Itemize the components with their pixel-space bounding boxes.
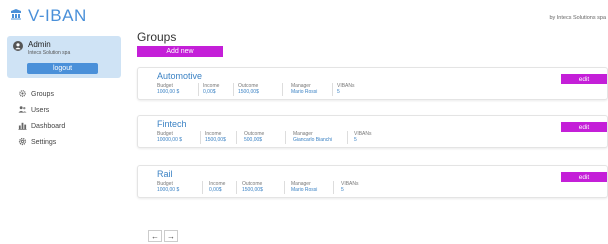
user-company: Intecs Solution spa <box>28 50 71 56</box>
app-title: V-IBAN <box>28 6 87 25</box>
sidebar-item-groups[interactable]: Groups <box>18 88 65 100</box>
divider <box>347 131 348 144</box>
vibans-value: 5 <box>341 187 344 193</box>
user-card: Admin Intecs Solution spa logout <box>7 36 121 78</box>
divider <box>236 181 237 194</box>
edit-button[interactable]: edit <box>561 74 607 84</box>
divider <box>236 131 237 144</box>
outcome-field: Outcome 500,00$ <box>244 131 264 143</box>
group-card: Fintech edit Budget 10000,00 $ Income 15… <box>137 115 608 148</box>
outcome-value: 1500,00$ <box>242 187 263 193</box>
next-page-button[interactable]: → <box>164 230 178 242</box>
budget-value: 1000,00 $ <box>157 187 180 193</box>
group-name[interactable]: Rail <box>157 169 173 179</box>
manager-value: Mario Rossi <box>291 187 318 193</box>
divider <box>284 181 285 194</box>
sidebar-item-label: Users <box>31 106 50 114</box>
divider <box>202 181 203 194</box>
group-card: Automotive edit Budget 1000,00 $ Income … <box>137 67 608 100</box>
vibans-value: 5 <box>337 89 340 95</box>
sidebar-nav: Groups Users Dashboard Settings <box>18 88 65 152</box>
sidebar-item-label: Dashboard <box>31 122 66 130</box>
page-title: Groups <box>137 30 177 44</box>
logout-button[interactable]: logout <box>27 63 98 74</box>
outcome-value: 500,00$ <box>244 137 263 143</box>
settings-icon <box>18 137 27 148</box>
manager-field: Manager Mario Rossi <box>291 181 317 193</box>
budget-field: Budget 10000,00 $ <box>157 131 182 143</box>
divider <box>282 83 283 96</box>
group-name[interactable]: Fintech <box>157 119 187 129</box>
budget-value: 10000,00 $ <box>157 137 183 143</box>
sidebar-item-label: Settings <box>31 138 57 146</box>
manager-value: Mario Rossi <box>291 89 318 95</box>
income-field: Income 0,00$ <box>203 83 219 95</box>
income-value: 0,00$ <box>203 89 216 95</box>
sidebar-item-settings[interactable]: Settings <box>18 136 65 148</box>
previous-page-button[interactable]: ← <box>148 230 162 242</box>
divider <box>200 131 201 144</box>
budget-value: 1000,00 $ <box>157 89 180 95</box>
budget-field: Budget 1000,00 $ <box>157 181 179 193</box>
users-icon <box>18 105 27 116</box>
company-credit: by Intecs Solutions spa <box>549 15 606 21</box>
avatar <box>13 41 23 51</box>
outcome-field: Outcome 1500,00$ <box>238 83 259 95</box>
group-card: Rail edit Budget 1000,00 $ Income 0,00$ … <box>137 165 608 198</box>
budget-field: Budget 1000,00 $ <box>157 83 179 95</box>
group-name[interactable]: Automotive <box>157 71 202 81</box>
manager-field: Manager Giancarlo Bianchi <box>293 131 332 143</box>
divider <box>233 83 234 96</box>
dashboard-icon <box>18 121 27 132</box>
gear-icon <box>18 89 27 100</box>
outcome-value: 1500,00$ <box>238 89 259 95</box>
edit-button[interactable]: edit <box>561 172 607 182</box>
vibans-field: VIBANs 5 <box>337 83 355 95</box>
vibans-field: VIBANs 5 <box>341 181 359 193</box>
manager-field: Manager Mario Rossi <box>291 83 317 95</box>
logo-icon <box>10 7 22 25</box>
divider <box>333 181 334 194</box>
income-field: Income 0,00$ <box>209 181 225 193</box>
sidebar-item-users[interactable]: Users <box>18 104 65 116</box>
vibans-value: 5 <box>354 137 357 143</box>
user-name: Admin <box>28 40 51 49</box>
add-new-button[interactable]: Add new <box>137 46 223 57</box>
outcome-field: Outcome 1500,00$ <box>242 181 263 193</box>
vibans-field: VIBANs 5 <box>354 131 372 143</box>
income-value: 0,00$ <box>209 187 222 193</box>
manager-value: Giancarlo Bianchi <box>293 137 333 143</box>
income-value: 1500,00$ <box>205 137 226 143</box>
app-logo: V-IBAN <box>10 6 87 26</box>
divider <box>332 83 333 96</box>
pagination: ← → <box>148 230 178 242</box>
income-field: Income 1500,00$ <box>205 131 226 143</box>
edit-button[interactable]: edit <box>561 122 607 132</box>
divider <box>198 83 199 96</box>
divider <box>285 131 286 144</box>
sidebar-item-label: Groups <box>31 90 54 98</box>
sidebar-item-dashboard[interactable]: Dashboard <box>18 120 65 132</box>
